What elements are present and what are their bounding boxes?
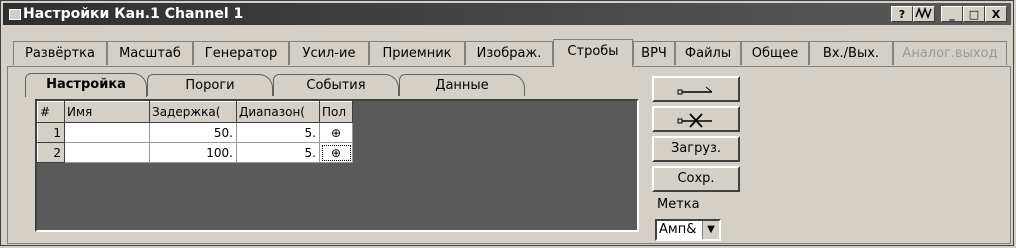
cell-polarity[interactable]: ⊕: [319, 142, 353, 163]
subtab-sobytiya[interactable]: События: [273, 74, 399, 96]
cell-delay[interactable]: 50.: [149, 122, 237, 143]
cell-range[interactable]: 5.: [236, 142, 320, 163]
col-pol-header[interactable]: Пол: [319, 101, 353, 123]
settings-window: Настройки Кан.1 Channel 1 ? _ □ X Развёр…: [0, 0, 1014, 246]
signal-button[interactable]: [913, 6, 935, 22]
minimize-button[interactable]: _: [941, 6, 963, 22]
tab-vrch[interactable]: ВРЧ: [633, 41, 675, 65]
tab-masshtab[interactable]: Масштаб: [107, 41, 193, 65]
gate-remove-icon: [677, 113, 712, 128]
strobe-grid-area: # Имя Задержка( Диапазон( Пол 1 50. 5. ⊕…: [35, 99, 639, 232]
tab-izobrazh[interactable]: Изображ.: [465, 41, 553, 65]
app-icon: [9, 9, 21, 20]
tab-stroby[interactable]: Стробы: [553, 39, 633, 67]
cell-range[interactable]: 5.: [236, 122, 320, 143]
maximize-button[interactable]: □: [963, 6, 985, 22]
subtab-dannye[interactable]: Данные: [399, 74, 525, 96]
subtab-nastroika[interactable]: Настройка: [25, 73, 147, 97]
tab-priemnik[interactable]: Приемник: [369, 41, 465, 65]
col-delay-header[interactable]: Задержка(: [149, 101, 237, 123]
save-button[interactable]: Сохр.: [652, 166, 740, 192]
load-button[interactable]: Загруз.: [652, 136, 740, 162]
window-title: Настройки Кан.1 Channel 1: [23, 6, 244, 22]
col-num-header[interactable]: #: [37, 101, 65, 123]
cell-name[interactable]: [64, 142, 150, 163]
label-select-value: Амп&: [659, 222, 697, 237]
tab-razvertka[interactable]: Развёртка: [13, 41, 107, 65]
waveform-icon: [915, 6, 932, 20]
chevron-down-icon[interactable]: ▼: [702, 221, 719, 239]
strobe-table: # Имя Задержка( Диапазон( Пол 1 50. 5. ⊕…: [37, 101, 353, 163]
tab-obshchee[interactable]: Общее: [741, 41, 809, 65]
col-range-header[interactable]: Диапазон(: [236, 101, 320, 123]
subtab-porogi[interactable]: Пороги: [147, 74, 273, 96]
label-select[interactable]: Амп& ▼: [655, 219, 721, 241]
row-number[interactable]: 2: [37, 142, 65, 163]
tab-analog-vyhod: Аналог.выход: [893, 41, 1007, 65]
add-gate-button[interactable]: [652, 76, 740, 102]
table-row[interactable]: 2 100. 5. ⊕: [37, 142, 353, 163]
tab-vh-vyh[interactable]: Вх./Вых.: [809, 41, 893, 65]
tab-usilenie[interactable]: Усил-ие: [289, 41, 369, 65]
gate-add-icon: [677, 86, 713, 95]
row-number[interactable]: 1: [37, 122, 65, 143]
remove-gate-button[interactable]: [652, 106, 740, 132]
tab-generator[interactable]: Генератор: [193, 41, 289, 65]
cell-polarity[interactable]: ⊕: [319, 122, 353, 143]
title-bar[interactable]: Настройки Кан.1 Channel 1 ? _ □ X: [3, 3, 1011, 25]
col-name-header[interactable]: Имя: [64, 101, 150, 123]
table-header-row: # Имя Задержка( Диапазон( Пол: [37, 101, 353, 123]
cell-delay[interactable]: 100.: [149, 142, 237, 163]
tab-faily[interactable]: Файлы: [675, 41, 741, 65]
label-metka: Метка: [657, 197, 700, 212]
close-button[interactable]: X: [985, 6, 1007, 22]
main-tabs: Развёртка Масштаб Генератор Усил-ие Прие…: [7, 39, 1011, 67]
help-button[interactable]: ?: [891, 6, 913, 22]
table-row[interactable]: 1 50. 5. ⊕: [37, 122, 353, 143]
cell-name[interactable]: [64, 122, 150, 143]
